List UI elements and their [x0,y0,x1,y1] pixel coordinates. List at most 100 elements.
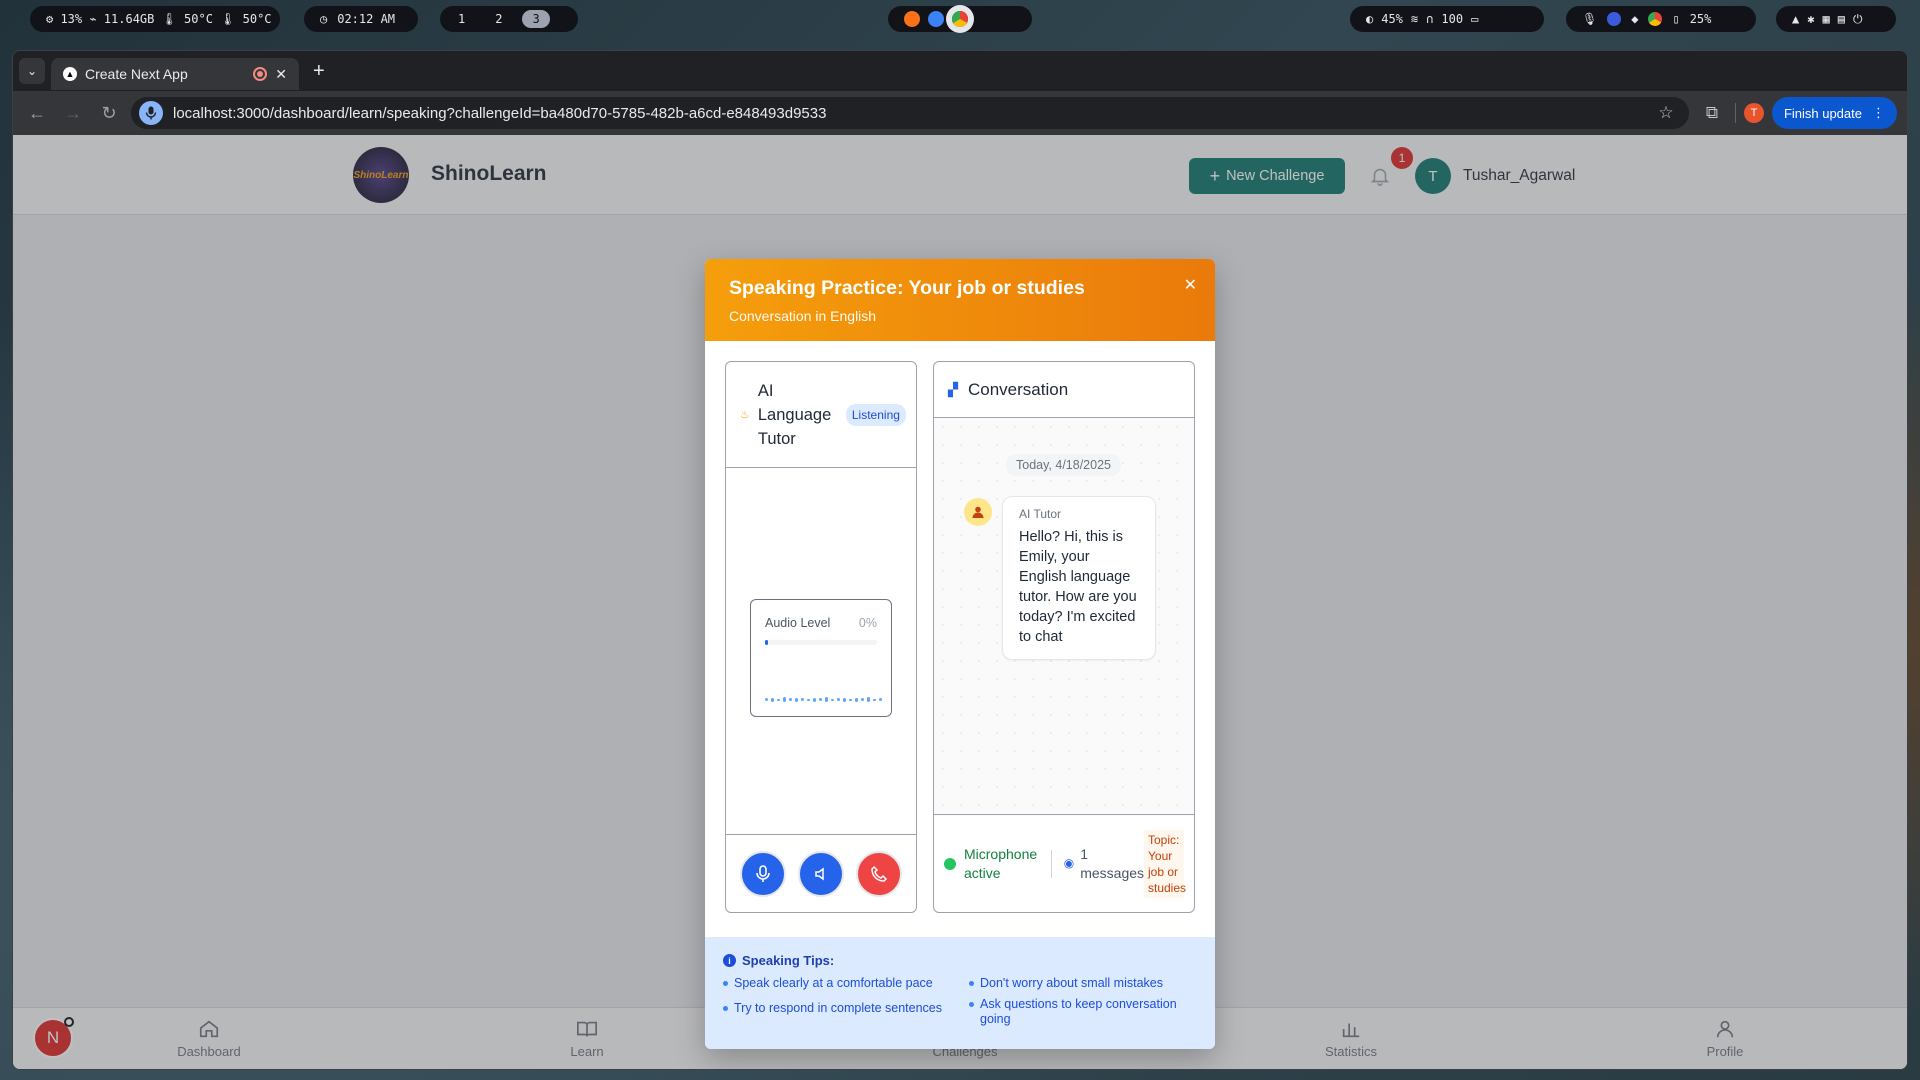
tutor-avatar-icon [964,498,992,526]
power-icon[interactable]: ⏻ [1853,12,1863,27]
site-mic-icon[interactable] [139,101,163,125]
message-bubble: AI Tutor Hello? Hi, this is Emily, your … [1002,496,1156,660]
vscode-icon[interactable] [928,11,944,27]
tab-search-button[interactable]: ⌄ [19,58,45,84]
firefox-icon[interactable] [904,11,920,27]
tutor-icon: ♨ [740,409,750,421]
microphone-status-text: Microphone active [964,845,1038,881]
wifi-icon[interactable]: ≋ [1411,12,1418,26]
workspace-switcher: 1 2 3 [440,6,578,32]
message-count-text: 1 messages [1080,845,1145,881]
tip-text: Don't worry about small mistakes [980,976,1164,990]
network-icon[interactable]: ◆ [1631,12,1638,26]
mic-active-dot [944,857,956,870]
tip-item: Try to respond in complete sentences [723,1001,969,1027]
close-icon[interactable]: ✕ [1184,275,1197,295]
conversation-messages[interactable]: Today, 4/18/2025 AI Tutor Hello? Hi, thi… [934,418,1194,816]
waveform-bar [813,697,816,702]
url-text: localhost:3000/dashboard/learn/speaking?… [173,104,827,122]
waveform-bar [879,698,882,701]
tutor-name: AI Language Tutor [757,381,832,448]
microphone-button[interactable] [740,850,786,897]
bluetooth-icon[interactable] [1607,12,1622,26]
waveform-bar [819,698,822,701]
waveform-bar [849,698,852,701]
phone-icon [871,865,888,882]
keyboard-icon[interactable]: ▭ [1471,12,1478,26]
tab-close-icon[interactable]: ✕ [275,66,287,83]
notification-tray-icon[interactable]: ▲ [1792,12,1799,26]
message-count: ◉ 1 messages [1064,845,1144,883]
battery-value: 25% [1689,12,1712,26]
volume-value: 100 [1441,12,1464,26]
back-icon[interactable]: ← [23,99,51,127]
speaker-button[interactable] [798,850,844,897]
eye-icon: ◉ [1063,856,1075,870]
browser-window: ⌄ ▲ Create Next App ✕ + ← → ↻ localhost:… [12,50,1908,1070]
date-separator: Today, 4/18/2025 [1006,454,1121,476]
audio-level-label: Audio Level [765,616,831,630]
screenshot-tray-icon[interactable]: ▦ [1822,12,1829,26]
system-stats: ⚙ 13% ⌁ 11.64GB 🌡 50°C 🌡 50°C [30,6,280,32]
taskbar-apps [888,6,1032,32]
chrome-icon[interactable] [952,11,968,27]
system-tray-media: ◐ 45% ≋ ∩ 100 ▭ [1350,6,1544,32]
page-viewport: ShinoLearn ShinoLearn + New Challenge 1 … [13,135,1907,1069]
system-stats-text: ⚙ 13% ⌁ 11.64GB 🌡 50°C 🌡 50°C [46,12,272,26]
browser-tab[interactable]: ▲ Create Next App ✕ [51,58,299,90]
workspace-3[interactable]: 3 [522,10,550,28]
finish-update-label: Finish update [1783,105,1862,121]
waveform-bar [807,698,810,701]
tutor-header: ♨ AI Language Tutor Listening [726,362,916,468]
tip-text: Ask questions to keep conversation going [980,997,1177,1026]
clipboard-tray-icon[interactable]: ▤ [1838,12,1845,26]
workspace-2[interactable]: 2 [485,10,512,28]
modal-header: Speaking Practice: Your job or studies C… [705,259,1215,341]
tip-item: Speak clearly at a comfortable pace [723,976,969,991]
info-icon: i [723,954,736,967]
reload-icon[interactable]: ↻ [95,99,123,127]
new-tab-button[interactable]: + [305,60,333,83]
chrome-tray-icon[interactable] [1648,12,1663,26]
status-divider [1050,849,1052,878]
microphone-icon [756,864,770,882]
address-bar: ← → ↻ localhost:3000/dashboard/learn/spe… [13,91,1907,135]
audio-level-fill [765,640,768,645]
workspace-1[interactable]: 1 [448,10,475,28]
tip-item: Ask questions to keep conversation going [969,997,1189,1027]
clock-text: 02:12 AM [337,12,396,26]
call-controls [726,834,916,912]
battery-icon: ▯ [1672,12,1680,26]
brightness-icon: ◐ [1366,12,1374,26]
tip-text: Try to respond in complete sentences [734,1001,942,1015]
profile-avatar[interactable]: T [1743,103,1764,123]
recording-icon [253,67,268,81]
conversation-title: Conversation [968,379,1069,399]
message-sender: AI Tutor [1019,507,1062,521]
waveform-bar [873,698,876,701]
message-text: Hello? Hi, this is Emily, your English l… [1019,529,1137,645]
finish-update-button[interactable]: Finish update ⋮ [1771,97,1897,129]
extensions-icon[interactable]: ⧉ [1697,103,1727,123]
audio-level-track [765,640,877,645]
settings-tray-icon[interactable]: ✱ [1807,12,1814,26]
tab-strip: ⌄ ▲ Create Next App ✕ + [13,51,1907,91]
end-call-button[interactable] [856,850,902,897]
conversation-status-bar: Microphone active ◉ 1 messages Topic: Yo… [934,814,1194,912]
nextjs-favicon-icon: ▲ [63,67,77,81]
url-input[interactable]: localhost:3000/dashboard/learn/speaking?… [131,97,1689,129]
waveform-bar [765,698,768,701]
brightness-value: 45% [1381,12,1403,26]
tip-text: Speak clearly at a comfortable pace [734,976,933,990]
waveform-bar [789,698,792,701]
speaking-tips: i Speaking Tips: Speak clearly at a comf… [705,937,1215,1049]
waveform-bar [861,698,864,701]
audio-level-percent: 0% [858,616,877,630]
bookmark-star-icon[interactable]: ☆ [1651,103,1681,123]
microphone-icon[interactable]: 🎙 [1582,12,1597,26]
forward-icon[interactable]: → [59,99,87,127]
waveform-bar [867,697,870,702]
kebab-menu-icon: ⋮ [1872,105,1885,120]
tips-title: Speaking Tips: [742,953,835,968]
conversation-header: ▞ Conversation [934,362,1194,418]
